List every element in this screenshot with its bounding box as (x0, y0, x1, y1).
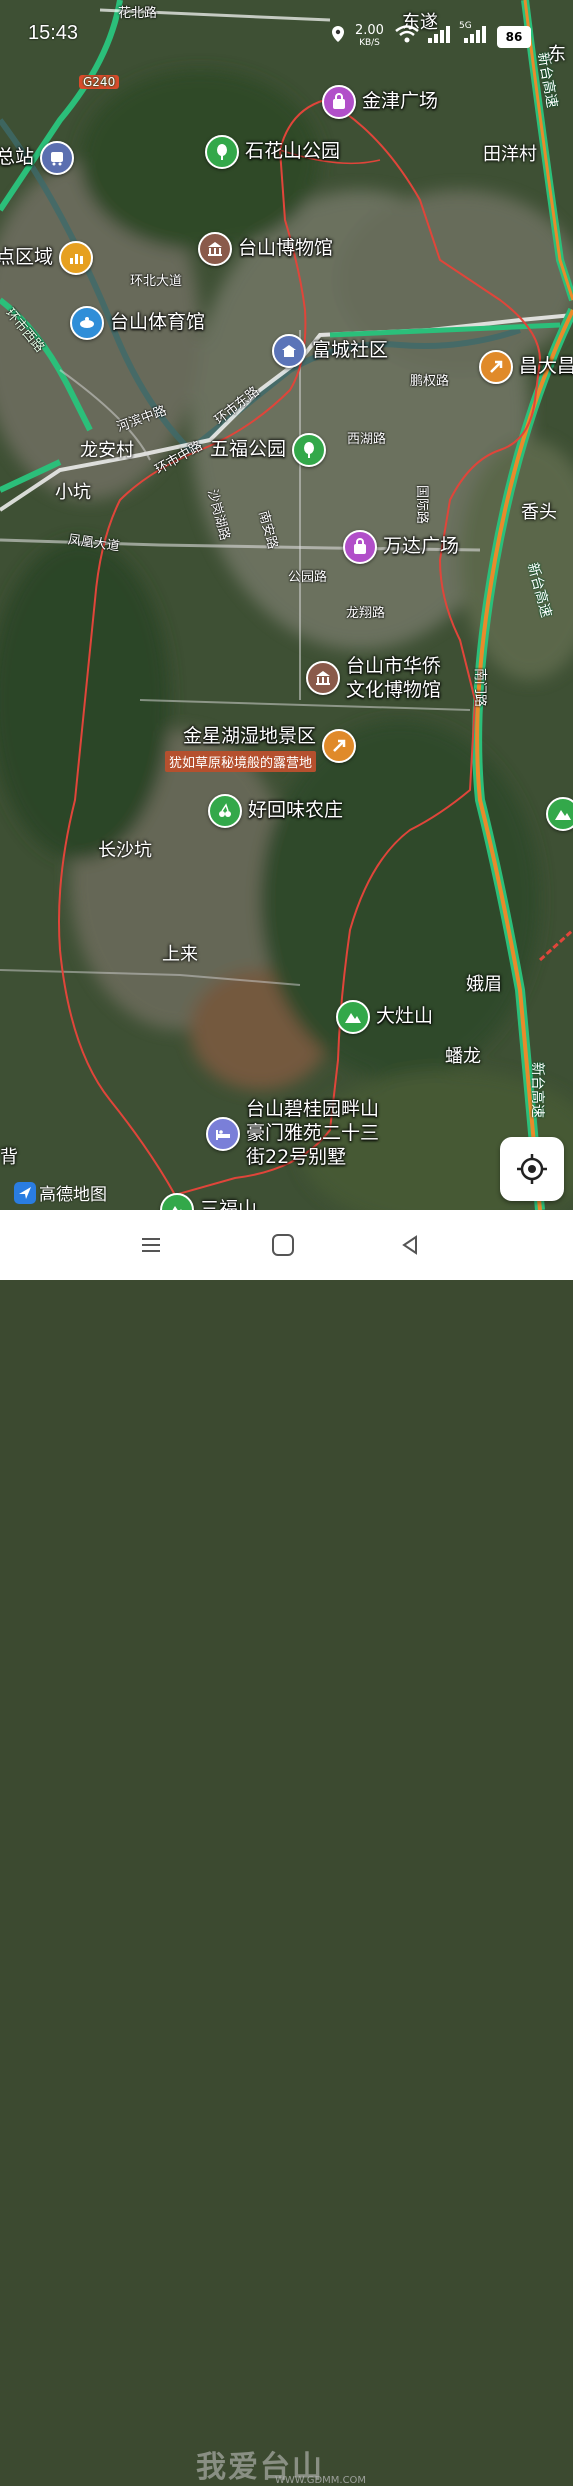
road-label-huanbei: 环北大道 (130, 274, 183, 289)
poi-biguiyuan-villa[interactable]: 台山碧桂园畔山 豪门雅苑二十三 街22号别墅 (206, 1098, 379, 1169)
poi-label-group: 台山碧桂园畔山 豪门雅苑二十三 街22号别墅 (246, 1098, 379, 1169)
stadium-icon (70, 306, 104, 340)
location-pin-icon (332, 26, 344, 42)
poi-label: 金津广场 (362, 90, 439, 113)
museum-icon (306, 661, 340, 695)
poi-haohuiwei-farm[interactable]: 好回味农庄 (208, 794, 343, 828)
battery-icon: 86 (497, 26, 531, 48)
map-view[interactable]: G240 花北路 环北大道 河滨中路 环市中路 环市东路 环市西路 西湖路 鹏权… (0, 0, 573, 1210)
poi-label: 三福山 (200, 1198, 258, 1210)
poi-label: 大灶山 (376, 1005, 434, 1028)
net-speed: 2.00 KB/S (355, 24, 384, 49)
poi-label: 总站 (0, 146, 35, 169)
poi-scenic-area[interactable]: 点区域 (0, 241, 94, 275)
place-bei: 背 (0, 1147, 18, 1168)
poi-label: 万达广场 (383, 535, 460, 558)
cherry-icon (208, 794, 242, 828)
poi-label: 昌大昌 (519, 355, 573, 378)
signal-icon-2 (464, 26, 486, 43)
battery-level: 86 (505, 30, 523, 44)
poi-bus-station[interactable]: 总站 (0, 141, 75, 175)
place-longan: 龙安村 (80, 440, 134, 461)
poi-label: 金星湖湿地景区 (183, 725, 317, 747)
mountain-icon (546, 797, 573, 831)
amap-logo-text: 高德地图 (39, 1185, 107, 1205)
road-label-gongyuan: 公园路 (288, 570, 328, 585)
poi-label-line1: 台山市华侨 (346, 655, 442, 677)
watermark-url: WWW.GDMM.COM (275, 2475, 367, 2486)
tree-icon (205, 135, 239, 169)
poi-taishan-museum[interactable]: 台山博物馆 (198, 232, 333, 266)
poi-label: 好回味农庄 (248, 799, 344, 822)
place-panlong: 蟠龙 (445, 1046, 481, 1067)
home-icon[interactable] (270, 1232, 296, 1258)
mountain-icon (336, 1000, 370, 1034)
net-speed-unit: KB/S (359, 38, 380, 48)
mountain-icon (160, 1193, 194, 1210)
poi-label: 石花山公园 (245, 140, 341, 163)
tree-icon (292, 433, 327, 467)
poi-right-edge[interactable] (546, 797, 573, 831)
road-label-guoji: 国际路 (414, 484, 430, 525)
community-icon (272, 334, 306, 368)
museum-icon (198, 232, 232, 266)
place-xiaokeng: 小坑 (55, 482, 91, 503)
system-nav-bar: 我爱台山 WWW.GDMM.COM (0, 1210, 573, 2486)
poi-wanda-plaza[interactable]: 万达广场 (343, 530, 459, 564)
camp-icon (322, 729, 357, 763)
back-icon[interactable] (400, 1234, 420, 1256)
poi-label-group: 台山市华侨 文化博物馆 (346, 655, 441, 703)
poi-label: 五福公园 (210, 438, 287, 461)
road-label-xihu: 西湖路 (347, 432, 387, 447)
poi-sanfu-mountain[interactable]: 三福山 (160, 1193, 257, 1210)
bed-icon (206, 1116, 240, 1151)
poi-label-line2: 文化博物馆 (346, 678, 442, 701)
crosshair-icon (517, 1154, 547, 1184)
place-xiangtou: 香头 (521, 502, 557, 523)
place-shanglai: 上来 (162, 944, 198, 965)
wifi-icon (395, 25, 419, 43)
road-label-xintai-3: 新台高速 (529, 1062, 545, 1118)
poi-label: 台山博物馆 (238, 237, 334, 260)
poi-taishan-gym[interactable]: 台山体育馆 (70, 306, 205, 340)
locate-me-button[interactable] (500, 1137, 564, 1201)
poi-sublabel: 犹如草原秘境般的露营地 (165, 750, 317, 772)
poi-label-line2: 豪门雅苑二十三 (246, 1121, 380, 1144)
amap-logo: 高德地图 (14, 1180, 107, 1205)
poi-label-line3: 街22号别墅 (246, 1145, 347, 1168)
scenic-area-icon (59, 241, 94, 275)
poi-jinjin-plaza[interactable]: 金津广场 (322, 85, 438, 119)
poi-jinxinghu-wetland[interactable]: 金星湖湿地景区 犹如草原秘境般的露营地 (165, 725, 357, 772)
poi-label: 台山体育馆 (110, 311, 206, 334)
road-label-nanmen: 南门路 (472, 667, 488, 708)
net-speed-value: 2.00 (355, 23, 384, 38)
menu-icon[interactable] (140, 1236, 162, 1254)
place-emei: 娥眉 (466, 974, 502, 995)
poi-dazao-mountain[interactable]: 大灶山 (336, 1000, 433, 1034)
poi-label: 点区域 (0, 246, 54, 269)
place-changshakeng: 长沙坑 (98, 840, 152, 861)
poi-label: 富城社区 (312, 339, 389, 362)
clock: 15:43 (28, 22, 79, 44)
status-bar: 15:43 2.00 KB/S 5G 86 (0, 0, 573, 60)
poi-label-line1: 台山碧桂园畔山 (246, 1098, 380, 1120)
shopping-bag-icon (343, 530, 377, 564)
poi-shihuashan-park[interactable]: 石花山公园 (205, 135, 340, 169)
poi-huaqiao-museum[interactable]: 台山市华侨 文化博物馆 (306, 655, 441, 703)
road-label-longxiang: 龙翔路 (346, 606, 386, 621)
shopping-bag-icon (322, 85, 356, 119)
poi-wufu-park[interactable]: 五福公园 (210, 433, 327, 467)
poi-fucheng-community[interactable]: 富城社区 (272, 334, 388, 368)
road-label-pengquan: 鹏权路 (410, 374, 450, 389)
place-tianyang: 田洋村 (483, 144, 537, 165)
signal-icon (428, 26, 450, 43)
satellite-map (0, 0, 573, 1210)
poi-label-group: 金星湖湿地景区 犹如草原秘境般的露营地 (165, 725, 317, 772)
shop-icon (479, 350, 513, 384)
poi-changdachang[interactable]: 昌大昌 (479, 350, 573, 384)
road-label-g240: G240 (79, 75, 120, 89)
amap-logo-icon (14, 1181, 36, 1204)
bus-icon (40, 141, 75, 175)
